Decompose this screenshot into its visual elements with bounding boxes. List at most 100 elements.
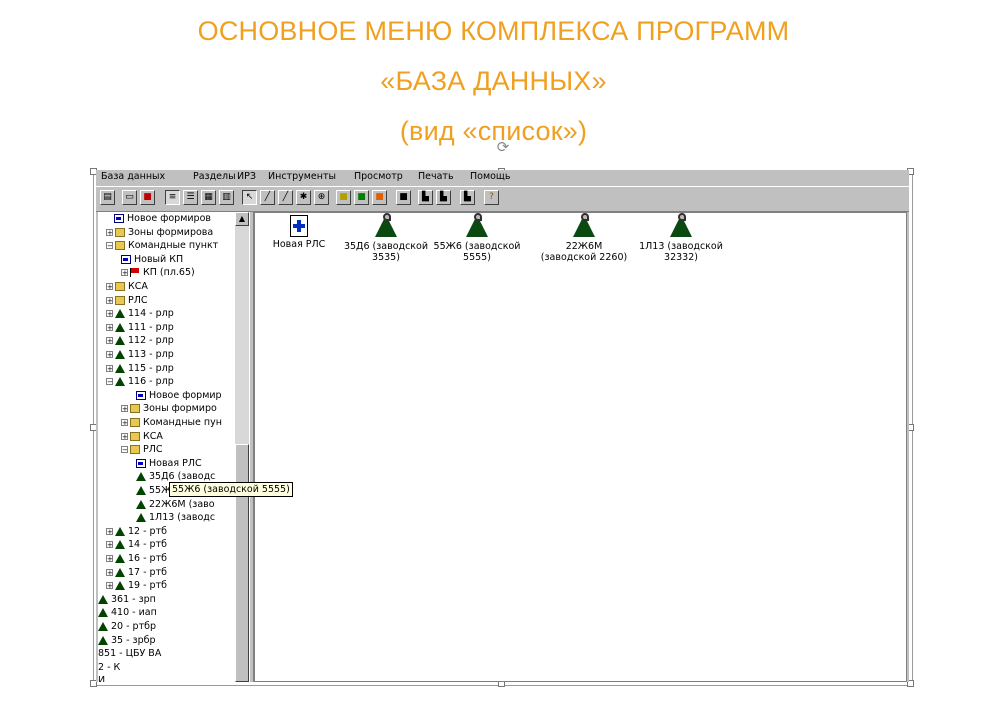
tree-item-label: 35Д6 (заводс — [149, 471, 216, 483]
menu-tools[interactable]: Инструменты — [268, 171, 336, 182]
tree-item-label: 115 - рлр — [128, 362, 174, 374]
tree-view[interactable]: Новое формиров + Зоны формирова − Командные … — [98, 212, 235, 682]
expand-icon[interactable]: + — [106, 568, 113, 576]
tree-item[interactable]: + Зоны формиро — [121, 402, 217, 415]
tree-item[interactable]: + КП (пл.65) — [121, 266, 195, 279]
expand-icon[interactable]: + — [121, 405, 128, 413]
tile-icon[interactable]: ▥ — [219, 190, 234, 205]
list-icon[interactable]: ≡ — [165, 190, 180, 205]
tree-item[interactable]: +114 - рлр — [106, 307, 174, 320]
menu-help[interactable]: Помощь — [470, 171, 510, 182]
tree-item[interactable]: +17 - ртб — [106, 566, 167, 579]
expand-icon[interactable]: + — [106, 582, 113, 590]
tree-item[interactable]: 22Ж6М (заво — [136, 498, 215, 511]
stop-icon[interactable]: ■ — [396, 190, 411, 205]
line2-icon[interactable]: ╱ — [278, 190, 293, 205]
export-icon[interactable]: ▙ — [460, 190, 475, 205]
tree-item[interactable]: 2 - К — [98, 661, 120, 674]
tree-item[interactable]: +19 - ртб — [106, 579, 167, 592]
expand-icon[interactable]: + — [121, 432, 128, 440]
expand-icon[interactable]: + — [106, 323, 113, 331]
folder-icon — [130, 418, 140, 427]
tree-item[interactable]: Новое формир — [136, 389, 222, 402]
tree-item[interactable]: + КСА — [106, 280, 148, 293]
tree-item-label: 2 - К — [98, 661, 121, 673]
collapse-icon[interactable]: − — [106, 242, 113, 250]
tree-item[interactable]: +16 - ртб — [106, 552, 167, 565]
pointer-icon[interactable]: ↖ — [242, 190, 257, 205]
open-icon[interactable]: ▤ — [100, 190, 115, 205]
menu-sections[interactable]: Разделы — [193, 171, 236, 182]
tree-item[interactable]: Новое формиров — [114, 212, 211, 225]
scroll-thumb[interactable] — [235, 444, 249, 682]
tree-item[interactable]: +111 - рлр — [106, 321, 174, 334]
tree-item[interactable]: + Командные пун — [121, 416, 222, 429]
scroll-up-icon[interactable]: ▲ — [235, 212, 249, 226]
folder-icon — [130, 445, 140, 455]
expand-icon[interactable]: + — [106, 527, 113, 535]
expand-icon[interactable]: + — [106, 351, 113, 359]
green-icon[interactable]: ■ — [354, 190, 369, 205]
content-item[interactable]: 1Л13 (заводской 32332) — [631, 213, 731, 263]
tree-item[interactable]: + КСА — [121, 430, 163, 443]
tree-item[interactable]: + Зоны формирова — [106, 226, 213, 239]
expand-icon[interactable]: + — [106, 337, 113, 345]
tree-item[interactable]: 1Л13 (заводс — [136, 511, 215, 524]
tree-item-label: 35 - зрбр — [111, 634, 156, 646]
content-item[interactable]: 22Ж6М (заводской 2260) — [534, 213, 634, 263]
orange-icon[interactable]: ■ — [372, 190, 387, 205]
tree-item[interactable]: +12 - ртб — [106, 525, 167, 538]
folder-icon[interactable]: ▭ — [122, 190, 137, 205]
target-icon[interactable]: ⊕ — [314, 190, 329, 205]
tree-item[interactable]: Новая РЛС — [136, 457, 202, 470]
chart2-icon[interactable]: ▙ — [436, 190, 451, 205]
content-item[interactable]: Новая РЛС — [249, 215, 349, 250]
tree-item[interactable]: И — [98, 674, 105, 682]
tree-item[interactable]: 361 - зрп — [98, 593, 156, 606]
tree-item[interactable]: +113 - рлр — [106, 348, 174, 361]
tree-item[interactable]: + РЛС — [106, 294, 148, 307]
tree-item[interactable]: 20 - ртбр — [98, 620, 156, 633]
menu-irz[interactable]: ИРЗ — [237, 171, 256, 182]
node-icon[interactable]: ✱ — [296, 190, 311, 205]
tree-item[interactable]: − 116 - рлр — [106, 375, 174, 388]
color-icon[interactable]: ■ — [140, 190, 155, 205]
content-item-label-2: 32332) — [664, 252, 698, 263]
tree-item[interactable]: Новый КП — [121, 253, 183, 266]
tree-item[interactable]: +115 - рлр — [106, 362, 174, 375]
tree-item[interactable]: − Командные пункт — [106, 239, 218, 252]
tree-item[interactable]: 851 - ЦБУ ВА — [98, 647, 161, 660]
details-icon[interactable]: ☰ — [183, 190, 198, 205]
yellow-icon[interactable]: ■ — [336, 190, 351, 205]
menu-print[interactable]: Печать — [418, 171, 454, 182]
expand-icon[interactable]: + — [106, 541, 113, 549]
expand-icon[interactable]: + — [106, 283, 113, 291]
expand-icon[interactable]: + — [106, 364, 113, 372]
collapse-icon[interactable]: − — [121, 446, 128, 454]
expand-icon[interactable]: + — [106, 228, 113, 236]
grid-icon[interactable]: ▦ — [201, 190, 216, 205]
content-item[interactable]: 35Д6 (заводской 3535) — [336, 213, 436, 263]
rotate-handle-icon[interactable]: ⟳ — [495, 140, 511, 156]
expand-icon[interactable]: + — [121, 269, 128, 277]
collapse-icon[interactable]: − — [106, 378, 113, 386]
tree-scrollbar[interactable]: ▲ — [235, 212, 249, 682]
line-icon[interactable]: ╱ — [260, 190, 275, 205]
menu-view[interactable]: Просмотр — [354, 171, 403, 182]
expand-icon[interactable]: + — [121, 419, 128, 427]
tree-item[interactable]: 410 - иап — [98, 606, 157, 619]
tree-item[interactable]: +112 - рлр — [106, 334, 174, 347]
tree-item-label: РЛС — [143, 444, 163, 456]
unit-icon — [115, 377, 125, 387]
expand-icon[interactable]: + — [106, 310, 113, 318]
tree-item[interactable]: − РЛС — [121, 443, 163, 456]
tree-item[interactable]: +14 - ртб — [106, 538, 167, 551]
chart-icon[interactable]: ▙ — [418, 190, 433, 205]
expand-icon[interactable]: + — [106, 296, 113, 304]
tree-item[interactable]: 35 - зрбр — [98, 634, 156, 647]
menu-database[interactable]: База данных — [101, 171, 165, 182]
help-icon[interactable]: ? — [484, 190, 499, 205]
content-item[interactable]: 55Ж6 (заводской 5555) — [427, 213, 527, 263]
doc-icon — [136, 390, 146, 400]
expand-icon[interactable]: + — [106, 555, 113, 563]
